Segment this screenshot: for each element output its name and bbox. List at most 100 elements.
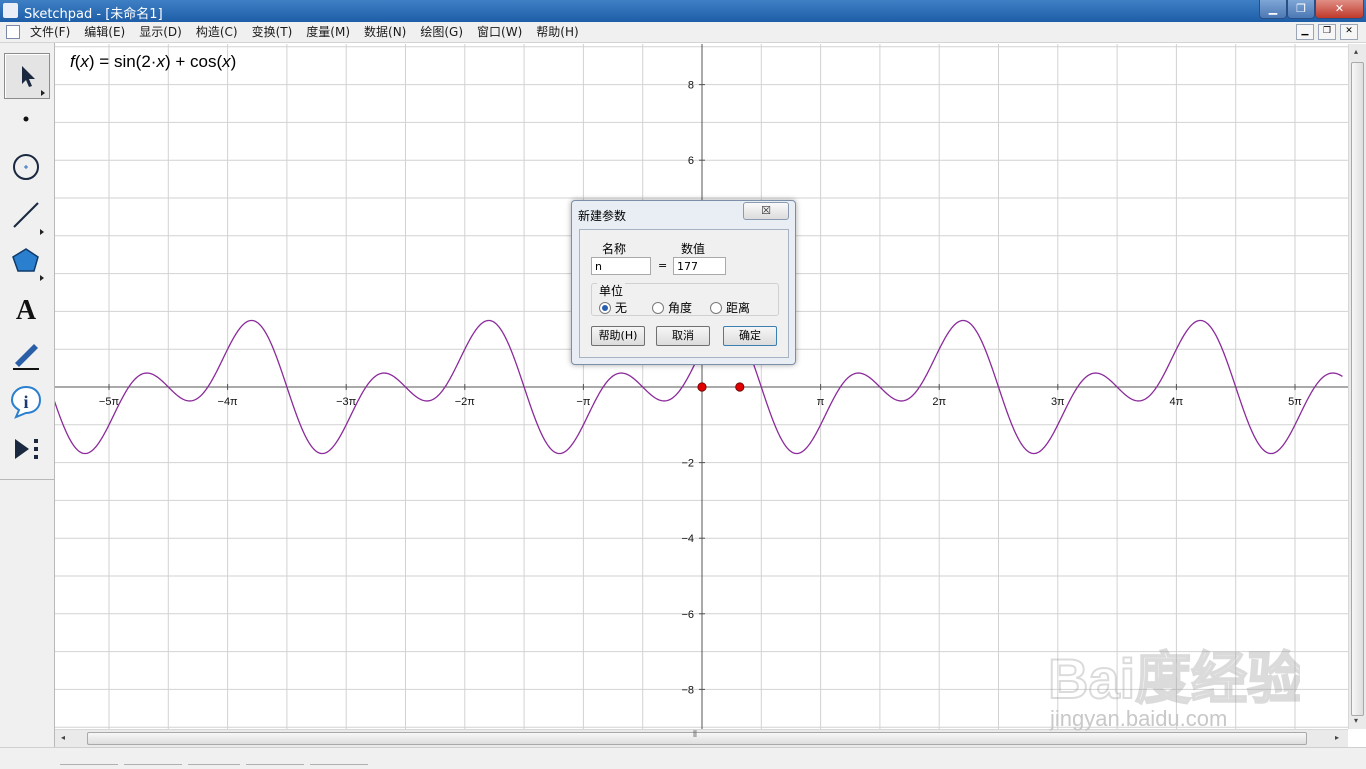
text-tool[interactable]: A [4,287,48,331]
plot-point [735,382,745,392]
sketch-canvas[interactable]: −5π −4π −3π −2π −π π 2π 3π 4π 5π 8 6 −2 −4 −6 −8 [55,44,1348,729]
menu-graph[interactable]: 绘图(G) [420,24,470,40]
window-title: Sketchpad - [未命名1] [24,7,163,22]
toolbox: A i [0,43,55,768]
help-button[interactable]: 帮助(H) [591,326,645,346]
info-icon: i [10,385,42,419]
status-segment [188,764,240,769]
dialog-title: 新建参数 [578,209,627,223]
custom-tool[interactable] [4,427,48,471]
x-tick-label: −4π [218,396,239,408]
name-label: 名称 [602,242,627,256]
compass-tool[interactable] [4,145,48,189]
menu-construct[interactable]: 构造(C) [196,24,245,40]
vertical-scrollbar[interactable]: ▴ ▾ [1348,44,1366,729]
value-input[interactable] [673,257,726,275]
minimize-button[interactable]: ▁ [1259,0,1287,19]
x-tick-label: 3π [1051,396,1065,408]
doc-restore-button[interactable]: ❐ [1318,24,1336,40]
x-tick-label: −2π [455,396,476,408]
y-tick-label: −8 [681,684,694,696]
straightedge-tool[interactable] [4,193,48,237]
text-a-icon: A [16,295,37,326]
units-label: 单位 [597,282,626,299]
maximize-button[interactable]: ❐ [1287,0,1315,19]
polygon-icon [12,248,44,281]
cancel-button[interactable]: 取消 [656,326,710,346]
x-tick-label: −3π [336,396,357,408]
menu-items: 文件(F) 编辑(E) 显示(D) 构造(C) 变换(T) 度量(M) 数据(N… [30,24,593,40]
value-label: 数值 [681,242,706,256]
x-tick-label: π [817,396,825,408]
scroll-up-icon[interactable]: ▴ [1354,47,1358,56]
unit-distance-label: 距离 [726,301,751,315]
arrow-tool[interactable] [4,53,50,99]
menu-number[interactable]: 数据(N) [364,24,413,40]
menu-window[interactable]: 窗口(W) [477,24,529,40]
new-parameter-dialog: 新建参数 ☒ 名称 数值 = 单位 无 角度 距离 帮助(H) 取消 确定 [571,200,796,365]
y-tick-label: −4 [681,533,694,545]
menu-transform[interactable]: 变换(T) [252,24,300,40]
radio-empty-icon [710,301,722,314]
y-tick-label: −6 [681,609,694,621]
menu-measure[interactable]: 度量(M) [306,24,357,40]
information-tool[interactable]: i [4,379,48,423]
play-menu-icon [15,439,38,459]
svg-text:i: i [23,392,28,412]
menu-edit[interactable]: 编辑(E) [84,24,132,40]
unit-angle-label: 角度 [668,301,693,315]
circle-icon [13,154,39,180]
horizontal-scroll-thumb[interactable] [87,732,1307,745]
unit-none-label: 无 [615,301,628,315]
document-icon[interactable] [6,25,20,39]
x-tick-label: −π [576,396,590,408]
doc-minimize-button[interactable]: ▁ [1296,24,1314,40]
document-controls: ▁ ❐ ✕ [1296,24,1358,40]
marker-tool[interactable] [4,333,48,377]
polygon-tool[interactable] [4,239,48,283]
baidu-watermark: Bai度经验 [1040,640,1304,713]
y-tick-label: −2 [681,458,694,470]
status-segment [124,764,182,769]
function-label[interactable]: f(x) = sin(2·x) + cos(x) [70,52,236,72]
menu-file[interactable]: 文件(F) [30,24,77,40]
equals-sign: = [658,259,668,272]
point-tool[interactable] [4,97,48,141]
radio-selected-icon [599,301,611,314]
scroll-left-icon[interactable]: ◂ [61,733,65,742]
name-input[interactable] [591,257,651,275]
status-segment [60,764,118,769]
point-icon [23,116,29,122]
function-label-text: f(x) = sin(2·x) + cos(x) [70,52,237,71]
svg-text:A: A [16,295,37,326]
scroll-down-icon[interactable]: ▾ [1354,716,1358,725]
arrow-pointer-icon [22,66,45,96]
pen-icon [13,344,39,370]
doc-close-button[interactable]: ✕ [1340,24,1358,40]
menu-display[interactable]: 显示(D) [139,24,189,40]
radio-empty-icon [652,301,664,314]
status-bar [0,747,1366,769]
title-bar: Sketchpad - [未命名1] ▁ ❐ ✕ [0,0,1366,22]
close-button[interactable]: ✕ [1315,0,1364,19]
x-tick-label: 2π [932,396,946,408]
scroll-grip-icon: ⦀ [693,730,697,740]
x-tick-label: −5π [99,396,120,408]
x-tick-label: 5π [1288,396,1302,408]
unit-distance-radio[interactable]: 距离 [710,299,750,316]
x-tick-label: 4π [1170,396,1184,408]
unit-angle-radio[interactable]: 角度 [652,299,692,316]
ok-button[interactable]: 确定 [723,326,777,346]
menu-help[interactable]: 帮助(H) [536,24,585,40]
scroll-right-icon[interactable]: ▸ [1335,733,1339,742]
watermark-url: jingyan.baidu.com [1050,706,1228,731]
y-tick-label: 8 [688,80,694,92]
vertical-scroll-thumb[interactable] [1351,62,1364,716]
unit-none-radio[interactable]: 无 [599,299,627,316]
dialog-close-button[interactable]: ☒ [743,202,789,220]
sketchpad-app-icon[interactable] [3,3,18,18]
status-segment [310,764,368,769]
watermark-main-text: Bai度经验 [1048,647,1300,710]
baidu-watermark-logo: Bai度经验 [1047,646,1304,711]
menu-bar: 文件(F) 编辑(E) 显示(D) 构造(C) 变换(T) 度量(M) 数据(N… [0,22,1366,43]
